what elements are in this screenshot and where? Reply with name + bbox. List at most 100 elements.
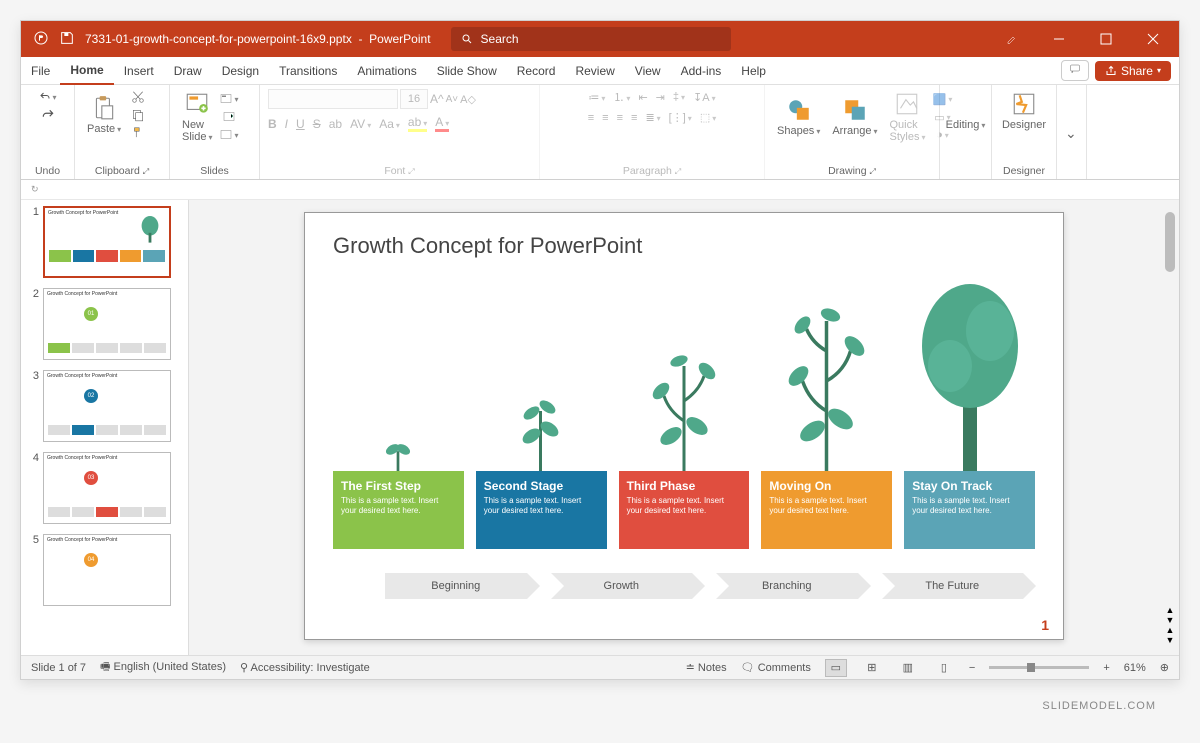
slide-title[interactable]: Growth Concept for PowerPoint xyxy=(333,233,1035,259)
tab-draw[interactable]: Draw xyxy=(164,58,212,84)
increase-font-icon[interactable]: A^ xyxy=(430,92,444,106)
shape-effects-button[interactable]: ◑ xyxy=(933,127,951,143)
shapes-button[interactable]: Shapes xyxy=(773,95,824,139)
tab-design[interactable]: Design xyxy=(212,58,269,84)
font-color-button[interactable]: A xyxy=(435,115,449,132)
tab-help[interactable]: Help xyxy=(731,58,776,84)
text-direction-button[interactable]: ↧A xyxy=(693,91,716,104)
indent-inc-button[interactable]: ⇥ xyxy=(656,91,665,104)
align-text-button[interactable]: [⋮] xyxy=(669,111,692,124)
editing-button[interactable]: Editing xyxy=(948,89,983,133)
reading-view-button[interactable]: ▥ xyxy=(897,659,919,677)
comments-toggle[interactable] xyxy=(1061,60,1089,81)
align-left-button[interactable]: ≡ xyxy=(588,112,594,124)
shadow-button[interactable]: ab xyxy=(329,117,342,131)
redo-button[interactable] xyxy=(39,107,57,123)
zoom-out-button[interactable]: − xyxy=(969,662,975,674)
slide-thumbnails[interactable]: 1 Growth Concept for PowerPoint 2 xyxy=(21,200,189,655)
reset-button[interactable] xyxy=(220,109,238,125)
zoom-slider[interactable] xyxy=(989,666,1089,669)
line-spacing-button[interactable]: ‡ xyxy=(673,91,685,103)
zoom-level[interactable]: 61% xyxy=(1124,662,1146,674)
collapse-ribbon-button[interactable]: ⌄ xyxy=(1065,125,1078,142)
align-right-button[interactable]: ≡ xyxy=(617,112,623,124)
numbering-button[interactable]: ⒈ xyxy=(613,89,630,105)
tab-file[interactable]: File xyxy=(21,58,60,84)
decrease-font-icon[interactable]: A˅ xyxy=(446,94,459,105)
thumbnail-1[interactable]: 1 Growth Concept for PowerPoint xyxy=(25,206,184,278)
tab-slideshow[interactable]: Slide Show xyxy=(427,58,507,84)
bold-button[interactable]: B xyxy=(268,117,277,131)
arrow-3[interactable]: Branching xyxy=(716,573,858,599)
section-button[interactable] xyxy=(220,127,238,143)
stage-3[interactable]: Third Phase This is a sample text. Inser… xyxy=(619,471,750,549)
spacing-button[interactable]: AV xyxy=(350,117,371,131)
slide-canvas[interactable]: Growth Concept for PowerPoint The First … xyxy=(304,212,1064,640)
zoom-in-button[interactable]: + xyxy=(1103,662,1109,674)
tab-record[interactable]: Record xyxy=(507,58,566,84)
cut-button[interactable] xyxy=(129,89,147,105)
fit-button[interactable]: ⊕ xyxy=(1160,661,1169,674)
notes-button[interactable]: ≐ Notes xyxy=(686,661,727,674)
thumbnail-4[interactable]: 4 Growth Concept for PowerPoint 03 xyxy=(25,452,184,524)
vertical-scrollbar[interactable]: ▲ ▼ ▲ ▼ xyxy=(1163,210,1177,645)
arrow-1[interactable]: Beginning xyxy=(385,573,527,599)
format-painter-button[interactable] xyxy=(129,125,147,141)
new-slide-button[interactable]: New Slide xyxy=(178,89,216,145)
layout-button[interactable] xyxy=(220,91,238,107)
accessibility-status[interactable]: ⚲ Accessibility: Investigate xyxy=(240,661,370,674)
close-button[interactable] xyxy=(1130,21,1175,57)
align-center-button[interactable]: ≡ xyxy=(602,112,608,124)
quick-styles-button[interactable]: Quick Styles xyxy=(885,89,929,145)
tab-review[interactable]: Review xyxy=(565,58,624,84)
undo-button[interactable] xyxy=(39,89,57,105)
group-label-slides: Slides xyxy=(178,163,251,177)
stage-4[interactable]: Moving On This is a sample text. Insert … xyxy=(761,471,892,549)
slideshow-view-button[interactable]: ▯ xyxy=(933,659,955,677)
designer-button[interactable]: Designer xyxy=(1000,89,1048,133)
normal-view-button[interactable]: ▭ xyxy=(825,659,847,677)
italic-button[interactable]: I xyxy=(285,117,288,131)
stage-5[interactable]: Stay On Track This is a sample text. Ins… xyxy=(904,471,1035,549)
smartart-button[interactable]: ⬚ xyxy=(700,111,716,124)
underline-button[interactable]: U xyxy=(296,117,305,131)
strike-button[interactable]: S xyxy=(313,117,321,131)
minimize-button[interactable] xyxy=(1036,21,1081,57)
share-button[interactable]: Share ▾ xyxy=(1095,61,1171,81)
language-status[interactable]: 🖷 English (United States) xyxy=(100,658,226,677)
stage-2[interactable]: Second Stage This is a sample text. Inse… xyxy=(476,471,607,549)
arrange-button[interactable]: Arrange xyxy=(828,95,881,139)
tab-home[interactable]: Home xyxy=(60,57,113,85)
font-family-input[interactable] xyxy=(268,89,398,109)
tab-animations[interactable]: Animations xyxy=(347,58,426,84)
indent-dec-button[interactable]: ⇤ xyxy=(638,91,647,104)
save-icon[interactable] xyxy=(59,30,75,49)
clear-format-icon[interactable]: A◇ xyxy=(460,93,476,106)
ink-icon[interactable] xyxy=(989,21,1034,57)
tab-insert[interactable]: Insert xyxy=(114,58,164,84)
thumbnail-2[interactable]: 2 Growth Concept for PowerPoint 01 xyxy=(25,288,184,360)
arrow-2[interactable]: Growth xyxy=(551,573,693,599)
sorter-view-button[interactable]: ⊞ xyxy=(861,659,883,677)
maximize-button[interactable] xyxy=(1083,21,1128,57)
justify-button[interactable]: ≡ xyxy=(631,112,637,124)
shape-fill-button[interactable]: 🟦 xyxy=(933,91,951,107)
font-size-input[interactable]: 16 xyxy=(400,89,428,109)
bullets-button[interactable]: ≔ xyxy=(588,91,605,104)
comments-button[interactable]: 🗨 Comments xyxy=(741,661,811,674)
tab-transitions[interactable]: Transitions xyxy=(269,58,347,84)
search-input[interactable]: Search xyxy=(451,27,731,51)
case-button[interactable]: Aa xyxy=(379,117,400,131)
shape-outline-button[interactable]: ▭ xyxy=(933,109,951,125)
seedling-icon xyxy=(514,381,569,471)
copy-button[interactable] xyxy=(129,107,147,123)
columns-button[interactable]: ≣ xyxy=(645,111,660,124)
stage-1[interactable]: The First Step This is a sample text. In… xyxy=(333,471,464,549)
tab-view[interactable]: View xyxy=(625,58,671,84)
thumbnail-3[interactable]: 3 Growth Concept for PowerPoint 02 xyxy=(25,370,184,442)
arrow-4[interactable]: The Future xyxy=(882,573,1024,599)
thumbnail-5[interactable]: 5 Growth Concept for PowerPoint 04 xyxy=(25,534,184,606)
tab-addins[interactable]: Add-ins xyxy=(671,58,732,84)
highlight-button[interactable]: ab xyxy=(408,115,427,132)
paste-button[interactable]: Paste xyxy=(83,93,125,137)
